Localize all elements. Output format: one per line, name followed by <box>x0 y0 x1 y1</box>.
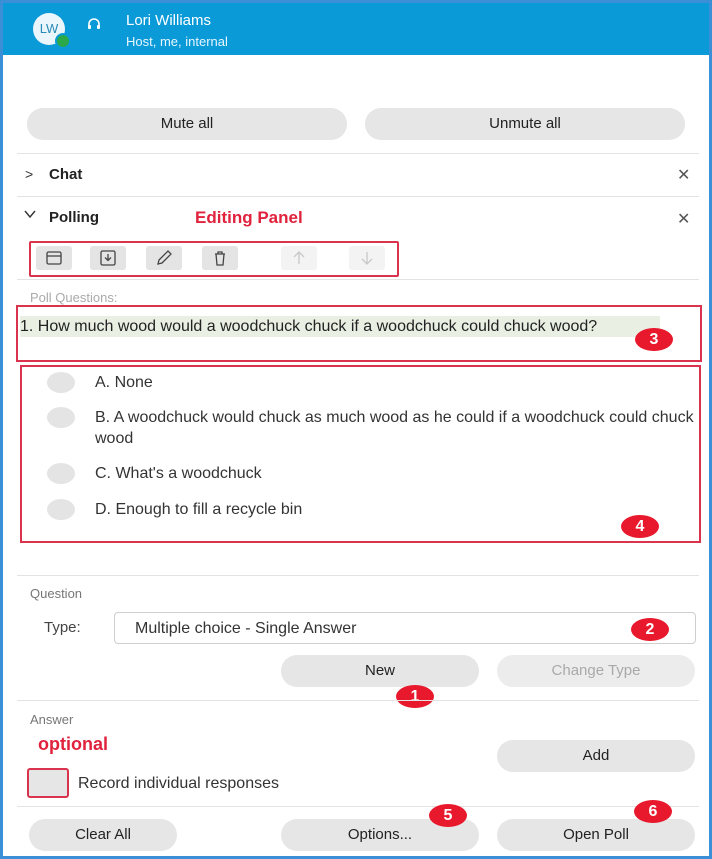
close-polling-icon[interactable]: ✕ <box>677 209 690 229</box>
poll-panel: LW Lori Williams Host, me, internal Mute… <box>0 0 712 859</box>
divider <box>17 806 699 807</box>
new-question-button[interactable]: New <box>281 655 479 687</box>
answer-text[interactable]: D. Enough to fill a recycle bin <box>95 499 695 520</box>
trash-icon[interactable] <box>202 246 238 270</box>
user-name: Lori Williams <box>126 12 212 29</box>
optional-annotation: optional <box>38 734 108 754</box>
answer-radio[interactable] <box>47 407 75 428</box>
presence-dot-icon <box>55 33 71 49</box>
close-chat-icon[interactable]: ✕ <box>677 165 690 185</box>
callout-badge-6: 6 <box>634 800 672 823</box>
divider <box>17 279 699 280</box>
mute-all-button[interactable]: Mute all <box>27 108 347 140</box>
divider <box>17 153 699 154</box>
answer-text[interactable]: B. A woodchuck would chuck as much wood … <box>95 407 695 449</box>
pencil-icon[interactable] <box>146 246 182 270</box>
participant-header: LW Lori Williams Host, me, internal <box>3 3 709 55</box>
type-label: Type: <box>44 619 81 636</box>
editing-panel-annotation: Editing Panel <box>195 208 303 227</box>
unmute-all-button[interactable]: Unmute all <box>365 108 685 140</box>
poll-questions-label: Poll Questions: <box>30 290 118 305</box>
callout-badge-2: 2 <box>631 618 669 641</box>
arrow-down-icon <box>349 246 385 270</box>
answer-radio[interactable] <box>47 499 75 520</box>
question-box[interactable]: 1. How much wood would a woodchuck chuck… <box>16 305 702 362</box>
user-role: Host, me, internal <box>126 34 228 49</box>
record-responses-label[interactable]: Record individual responses <box>78 775 279 793</box>
answers-box: A. None B. A woodchuck would chuck as mu… <box>20 365 701 543</box>
callout-badge-4: 4 <box>621 515 659 538</box>
callout-badge-3: 3 <box>635 328 673 351</box>
download-icon[interactable] <box>90 246 126 270</box>
open-poll-button[interactable]: Open Poll <box>497 819 695 851</box>
callout-badge-5: 5 <box>429 804 467 827</box>
headset-icon <box>87 17 101 31</box>
answer-radio[interactable] <box>47 372 75 393</box>
add-answer-button[interactable]: Add <box>497 740 695 772</box>
question-type-select[interactable]: Multiple choice - Single Answer <box>114 612 696 644</box>
answer-text[interactable]: C. What's a woodchuck <box>95 463 695 484</box>
question-section-label: Question <box>30 586 83 601</box>
divider <box>17 700 699 701</box>
poll-toolbar <box>29 241 399 277</box>
arrow-up-icon <box>281 246 317 270</box>
divider <box>17 196 699 197</box>
polling-title[interactable]: Polling <box>49 209 99 226</box>
answer-text[interactable]: A. None <box>95 372 695 393</box>
record-responses-checkbox[interactable] <box>27 768 69 798</box>
answer-radio[interactable] <box>47 463 75 484</box>
divider <box>17 575 699 576</box>
chevron-right-icon[interactable]: > <box>25 166 33 182</box>
change-type-button: Change Type <box>497 655 695 687</box>
folder-icon[interactable] <box>36 246 72 270</box>
callout-badge-1: 1 <box>396 685 434 708</box>
chevron-down-icon[interactable] <box>23 207 37 224</box>
chat-title[interactable]: Chat <box>49 166 82 183</box>
clear-all-button[interactable]: Clear All <box>29 819 177 851</box>
question-text[interactable]: 1. How much wood would a woodchuck chuck… <box>20 316 680 337</box>
answer-section-label: Answer <box>30 712 74 727</box>
